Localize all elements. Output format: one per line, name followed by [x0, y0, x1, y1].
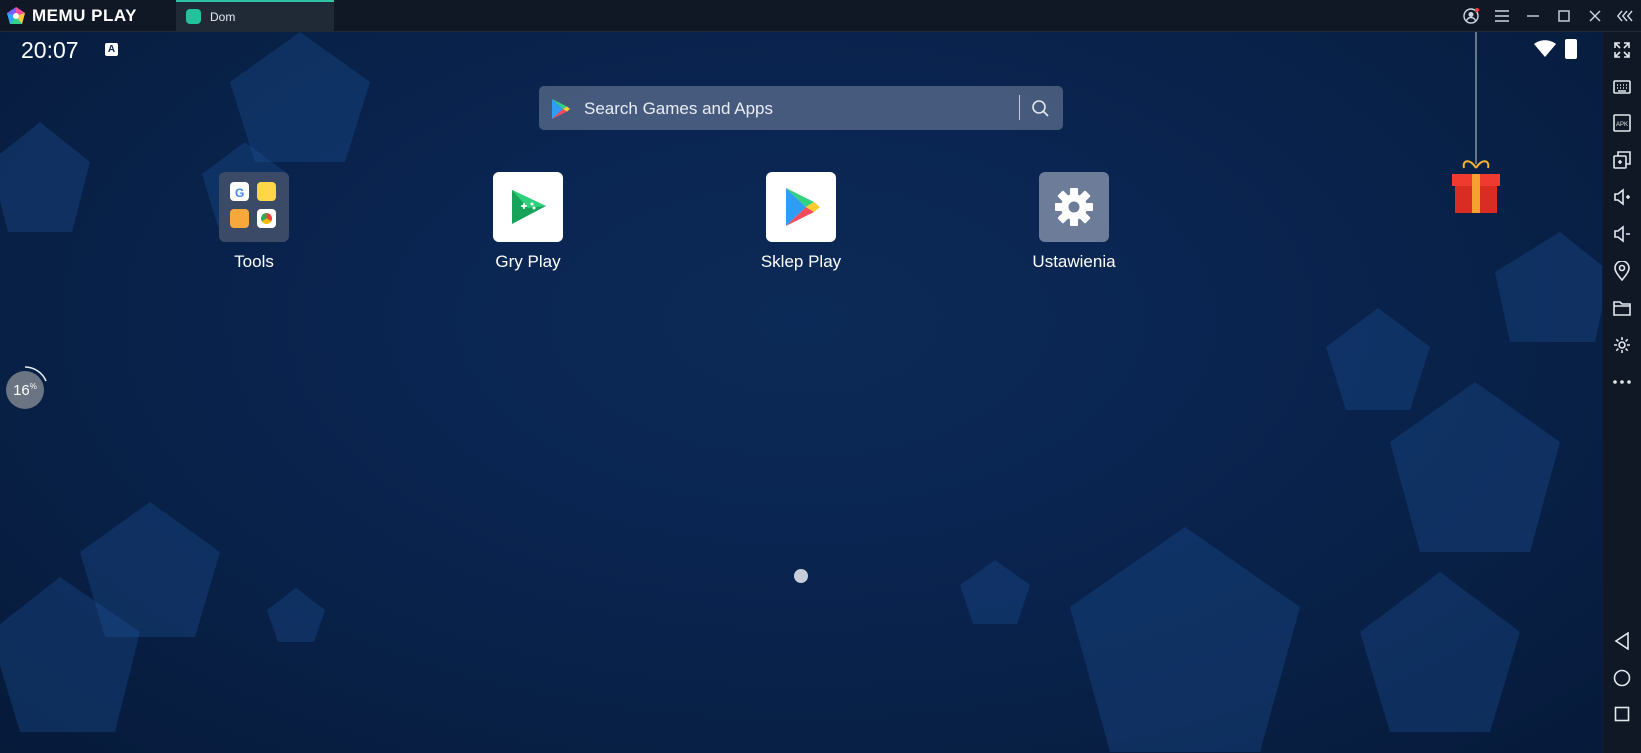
- back-icon: [1614, 632, 1629, 650]
- settings-button[interactable]: [1603, 330, 1641, 360]
- account-button[interactable]: [1455, 0, 1486, 31]
- fullscreen-button[interactable]: [1603, 35, 1641, 65]
- recents-button[interactable]: [1603, 699, 1641, 729]
- hamburger-icon: [1494, 9, 1509, 22]
- back-button[interactable]: [1603, 626, 1641, 656]
- app-sklep-play[interactable]: Sklep Play: [731, 172, 871, 272]
- performance-meter[interactable]: 16%: [6, 366, 47, 409]
- app-ustawienia-label: Ustawienia: [1032, 252, 1116, 271]
- location-button[interactable]: [1603, 256, 1641, 286]
- maximize-icon: [1557, 9, 1570, 22]
- location-icon: [1614, 261, 1630, 281]
- play-store-icon: [552, 99, 570, 119]
- wifi-icon: [1534, 40, 1556, 57]
- play-store-app-icon: [766, 172, 836, 242]
- gift-icon[interactable]: [1450, 32, 1502, 214]
- window-controls: [1455, 0, 1641, 31]
- volume-up-button[interactable]: [1603, 182, 1641, 212]
- tools-folder-icon: G: [219, 172, 289, 242]
- emulator-sidebar: APK: [1603, 32, 1641, 753]
- play-games-icon: [493, 172, 563, 242]
- clock: 20:07: [21, 37, 79, 63]
- app-tools-label: Tools: [234, 252, 274, 271]
- minimize-icon: [1526, 14, 1539, 17]
- performance-number: 16: [13, 382, 30, 399]
- settings-icon: [1614, 337, 1630, 353]
- multi-window-button[interactable]: [1603, 145, 1641, 175]
- search-bar[interactable]: Search Games and Apps: [539, 86, 1063, 130]
- android-home-screen[interactable]: 20:07 A Search Games and Apps G Tools Gr…: [0, 32, 1602, 753]
- menu-button[interactable]: [1486, 0, 1517, 31]
- folder-icon: [1613, 301, 1631, 316]
- tab-home[interactable]: Dom: [176, 0, 334, 31]
- search-placeholder: Search Games and Apps: [584, 99, 774, 118]
- volume-up-icon: [1614, 188, 1630, 206]
- performance-unit: %: [29, 382, 37, 391]
- title-bar: MEMU PLAY Dom: [0, 0, 1641, 32]
- performance-value: 16%: [6, 382, 44, 399]
- settings-gear-icon: [1039, 172, 1109, 242]
- keyboard-button[interactable]: [1603, 72, 1641, 102]
- app-sklep-play-label: Sklep Play: [760, 252, 842, 271]
- app-gry-play[interactable]: Gry Play: [458, 172, 598, 272]
- account-icon: [1462, 7, 1479, 24]
- volume-down-icon: [1614, 225, 1630, 243]
- page-indicator[interactable]: [794, 569, 808, 583]
- apk-button[interactable]: APK: [1603, 108, 1641, 138]
- more-icon: [1613, 380, 1631, 384]
- battery-icon: [1565, 39, 1577, 59]
- multi-window-icon: [1613, 151, 1631, 169]
- home-tab-icon: [186, 9, 201, 24]
- close-icon: [1589, 10, 1600, 21]
- search-divider: [1019, 95, 1020, 120]
- app-logo: MEMU PLAY: [6, 5, 137, 27]
- close-button[interactable]: [1579, 0, 1610, 31]
- more-button[interactable]: [1603, 367, 1641, 397]
- memu-logo-icon: [7, 7, 25, 24]
- volume-down-button[interactable]: [1603, 219, 1641, 249]
- home-button[interactable]: [1603, 663, 1641, 693]
- recents-icon: [1614, 706, 1630, 722]
- minimize-button[interactable]: [1517, 0, 1548, 31]
- app-ustawienia[interactable]: Ustawienia: [1004, 172, 1144, 272]
- svg-text:APK: APK: [1616, 122, 1628, 128]
- search-icon[interactable]: [1027, 96, 1053, 120]
- keyboard-indicator-icon: A: [105, 43, 118, 56]
- apk-icon: APK: [1613, 114, 1631, 132]
- keyboard-icon: [1613, 80, 1631, 94]
- maximize-button[interactable]: [1548, 0, 1579, 31]
- chevrons-left-icon: [1616, 10, 1633, 21]
- home-icon: [1613, 669, 1631, 687]
- fullscreen-icon: [1614, 42, 1630, 58]
- brand-name: MEMU PLAY: [32, 6, 137, 25]
- collapse-sidebar-button[interactable]: [1610, 0, 1641, 31]
- tab-home-label: Dom: [210, 10, 236, 24]
- background-pentagons: [0, 32, 1602, 752]
- app-gry-play-label: Gry Play: [495, 252, 561, 271]
- app-tools[interactable]: G Tools: [184, 172, 324, 272]
- shared-folder-button[interactable]: [1603, 293, 1641, 323]
